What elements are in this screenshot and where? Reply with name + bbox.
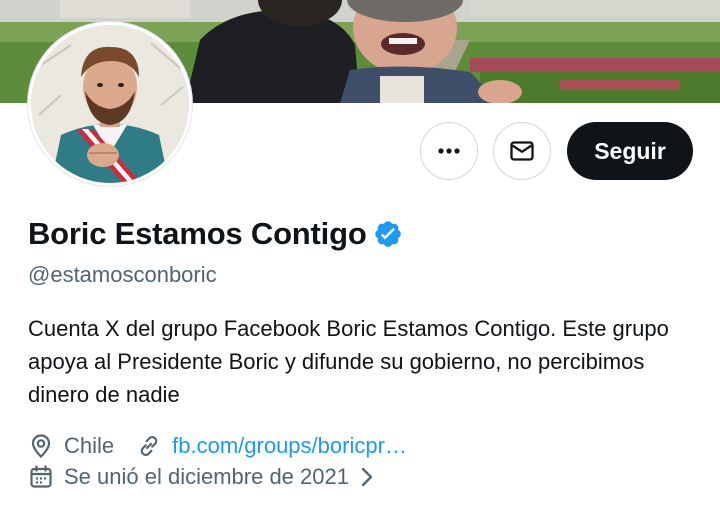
- link-icon: [136, 433, 162, 459]
- profile-website-link[interactable]: fb.com/groups/boricpr…: [172, 433, 407, 459]
- profile-avatar[interactable]: [28, 22, 192, 186]
- profile-handle: @estamosconboric: [28, 262, 217, 287]
- avatar-illustration: [31, 25, 189, 183]
- profile-joined-row[interactable]: Se unió el diciembre de 2021: [28, 461, 377, 493]
- profile-bio: Cuenta X del grupo Facebook Boric Estamo…: [28, 316, 669, 407]
- mail-icon: [510, 141, 534, 161]
- display-name: Boric Estamos Contigo: [28, 216, 367, 251]
- calendar-icon: [28, 464, 54, 490]
- chevron-right-icon: [357, 466, 377, 488]
- profile-location: Chile: [64, 433, 115, 458]
- location-pin-icon: [28, 433, 54, 459]
- profile-meta-row: Chile fb.com/groups/boricpr…: [28, 430, 407, 462]
- display-name-row: Boric Estamos Contigo: [28, 212, 403, 256]
- more-options-button[interactable]: [420, 122, 478, 180]
- message-button[interactable]: [493, 122, 551, 180]
- more-horizontal-icon: [438, 148, 460, 154]
- profile-page: Seguir Boric Estamos Contigo @estamoscon…: [0, 0, 720, 510]
- verified-badge-icon[interactable]: [373, 219, 403, 249]
- follow-button[interactable]: Seguir: [567, 122, 693, 180]
- profile-joined-date: Se unió el diciembre de 2021: [64, 464, 349, 489]
